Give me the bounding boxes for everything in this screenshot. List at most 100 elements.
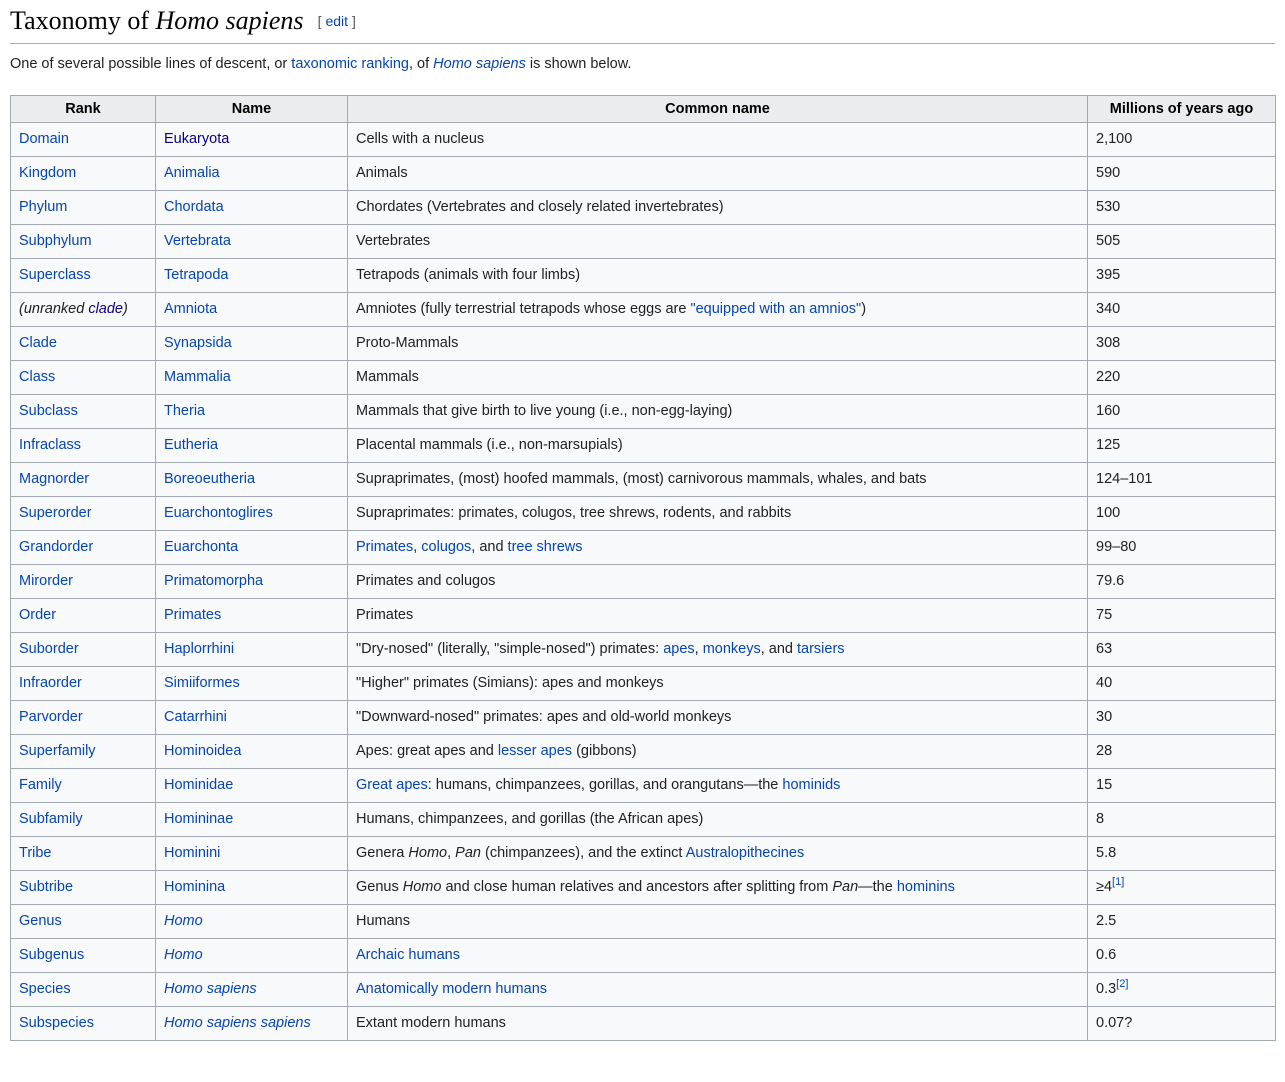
mya-cell: ≥4[1] [1088, 871, 1276, 905]
wiki-link[interactable]: Theria [164, 403, 205, 419]
wiki-link[interactable]: Hominoidea [164, 743, 241, 759]
wiki-link[interactable]: Homo sapiens sapiens [164, 1015, 311, 1031]
reference-link[interactable]: [2] [1116, 978, 1128, 990]
table-row: Species Homo sapiens Anatomically modern h… [11, 973, 1276, 1007]
wiki-link[interactable]: Hominini [164, 845, 220, 861]
wiki-link[interactable]: Class [19, 369, 55, 385]
wiki-link[interactable]: Archaic humans [356, 947, 460, 963]
text-segment: 0.3 [1096, 981, 1116, 997]
wiki-link[interactable]: Primates [356, 539, 413, 555]
wiki-link[interactable]: Mirorder [19, 573, 73, 589]
wiki-link[interactable]: hominins [897, 879, 955, 895]
table-row: CladeSynapsidaProto-Mammals308 [11, 327, 1276, 361]
wiki-link[interactable]: Primates [164, 607, 221, 623]
wiki-link[interactable]: Order [19, 607, 56, 623]
common-name-cell: Great apes: humans, chimpanzees, gorilla… [348, 769, 1088, 803]
table-row: PhylumChordataChordates (Vertebrates and… [11, 191, 1276, 225]
mya-cell: 220 [1088, 361, 1276, 395]
wiki-link[interactable]: Subfamily [19, 811, 83, 827]
wiki-link[interactable]: Grandorder [19, 539, 93, 555]
wiki-link[interactable]: Euarchontoglires [164, 505, 273, 521]
wiki-link[interactable]: Eukaryota [164, 131, 229, 147]
wiki-link[interactable]: Domain [19, 131, 69, 147]
wiki-link[interactable]: Genus [19, 913, 62, 929]
wiki-link[interactable]: Superorder [19, 505, 92, 521]
wiki-link[interactable]: Superclass [19, 267, 91, 283]
wiki-link[interactable]: taxonomic ranking [291, 56, 409, 72]
wiki-link[interactable]: Euarchonta [164, 539, 238, 555]
table-row: InfraclassEutheriaPlacental mammals (i.e… [11, 429, 1276, 463]
wiki-link[interactable]: Subspecies [19, 1015, 94, 1031]
text-segment: Supraprimates: primates, colugos, tree s… [356, 505, 791, 521]
mya-cell: 0.6 [1088, 939, 1276, 973]
wiki-link[interactable]: Homininae [164, 811, 233, 827]
wiki-link[interactable]: Homo sapiens [164, 981, 257, 997]
wiki-link[interactable]: tree shrews [508, 539, 583, 555]
wiki-link[interactable]: Species [19, 981, 71, 997]
text-segment: (gibbons) [572, 743, 636, 759]
wiki-link[interactable]: Homo [164, 947, 203, 963]
text-segment: 28 [1096, 743, 1112, 759]
wiki-link[interactable]: Mammalia [164, 369, 231, 385]
reference-link[interactable]: [1] [1112, 876, 1124, 888]
common-name-cell: Supraprimates: primates, colugos, tree s… [348, 497, 1088, 531]
wiki-link[interactable]: tarsiers [797, 641, 845, 657]
wiki-link[interactable]: Parvorder [19, 709, 83, 725]
wiki-link[interactable]: hominids [782, 777, 840, 793]
wiki-link[interactable]: Superfamily [19, 743, 96, 759]
wiki-link[interactable]: Homo [164, 913, 203, 929]
wiki-link[interactable]: Boreoeutheria [164, 471, 255, 487]
wiki-link[interactable]: Tetrapoda [164, 267, 229, 283]
table-row: SuborderHaplorrhini"Dry-nosed" (literall… [11, 633, 1276, 667]
wiki-link[interactable]: "equipped with an amnios" [690, 301, 861, 317]
wiki-link[interactable]: apes [663, 641, 694, 657]
wiki-link[interactable]: Magnorder [19, 471, 89, 487]
text-segment: Genera [356, 845, 408, 861]
wiki-link[interactable]: Eutheria [164, 437, 218, 453]
wiki-link[interactable]: Suborder [19, 641, 79, 657]
text-segment: "Higher" primates (Simians): apes and mo… [356, 675, 664, 691]
wiki-link[interactable]: Phylum [19, 199, 67, 215]
wiki-link[interactable]: Vertebrata [164, 233, 231, 249]
wiki-link[interactable]: Hominina [164, 879, 225, 895]
wiki-link[interactable]: Animalia [164, 165, 220, 181]
rank-cell: Phylum [11, 191, 156, 225]
text-segment-italic: ) [123, 301, 128, 317]
wiki-link[interactable]: Subclass [19, 403, 78, 419]
wiki-link[interactable]: Haplorrhini [164, 641, 234, 657]
rank-cell: Class [11, 361, 156, 395]
wiki-link[interactable]: Australopithecines [686, 845, 805, 861]
wiki-link[interactable]: Amniota [164, 301, 217, 317]
wiki-link[interactable]: Clade [19, 335, 57, 351]
wiki-link[interactable]: Synapsida [164, 335, 232, 351]
wiki-link[interactable]: Family [19, 777, 62, 793]
wiki-link[interactable]: Homo sapiens [433, 56, 526, 72]
wiki-link[interactable]: Chordata [164, 199, 224, 215]
wiki-link[interactable]: Catarrhini [164, 709, 227, 725]
wiki-link[interactable]: clade [88, 301, 123, 317]
wiki-link[interactable]: Infraorder [19, 675, 82, 691]
wiki-link[interactable]: Subphylum [19, 233, 92, 249]
text-segment: —the [858, 879, 897, 895]
text-segment: 2.5 [1096, 913, 1116, 929]
wiki-link[interactable]: Kingdom [19, 165, 76, 181]
text-segment: : humans, chimpanzees, gorillas, and ora… [428, 777, 783, 793]
wiki-link[interactable]: Subgenus [19, 947, 84, 963]
wiki-link[interactable]: Primatomorpha [164, 573, 263, 589]
wiki-link[interactable]: Hominidae [164, 777, 233, 793]
wiki-link[interactable]: Subtribe [19, 879, 73, 895]
wiki-link[interactable]: Simiiformes [164, 675, 240, 691]
wiki-link[interactable]: Infraclass [19, 437, 81, 453]
edit-link[interactable]: edit [325, 13, 348, 29]
text-segment: 15 [1096, 777, 1112, 793]
wiki-link[interactable]: lesser apes [498, 743, 572, 759]
rank-cell: Superfamily [11, 735, 156, 769]
wiki-link[interactable]: colugos [421, 539, 471, 555]
wiki-link[interactable]: Great apes [356, 777, 428, 793]
table-row: SubphylumVertebrataVertebrates505 [11, 225, 1276, 259]
wiki-link[interactable]: Anatomically modern humans [356, 981, 547, 997]
common-name-cell: Anatomically modern humans [348, 973, 1088, 1007]
column-header-mya: Millions of years ago [1088, 96, 1276, 123]
wiki-link[interactable]: Tribe [19, 845, 52, 861]
wiki-link[interactable]: monkeys [703, 641, 761, 657]
